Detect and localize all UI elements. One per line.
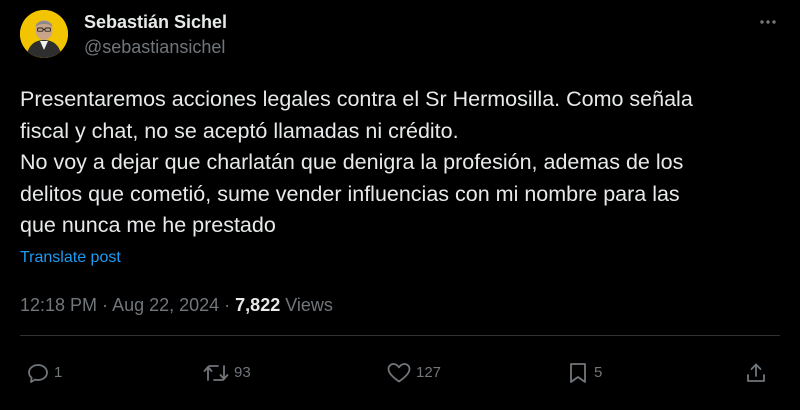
avatar[interactable]	[20, 10, 68, 58]
like-count: 127	[416, 364, 442, 381]
share-icon	[747, 363, 765, 382]
more-horizontal-icon	[760, 20, 776, 24]
divider	[20, 335, 780, 336]
tweet-time[interactable]: 12:18 PM	[20, 295, 97, 315]
bookmark-button[interactable]: 5	[566, 358, 602, 388]
reply-count: 1	[54, 364, 63, 381]
tweet-text-line: delitos que cometió, sume vender influen…	[20, 181, 680, 206]
bookmark-icon	[570, 363, 586, 383]
tweet-meta: 12:18 PM · Aug 22, 2024 · 7,822 Views	[20, 294, 333, 316]
views-count: 7,822	[235, 295, 281, 315]
heart-icon	[387, 363, 411, 383]
meta-separator: ·	[97, 295, 113, 315]
share-button[interactable]	[744, 358, 768, 388]
author-handle[interactable]: @sebastiansichel	[84, 36, 225, 58]
bookmark-count: 5	[594, 364, 603, 381]
translate-post-link[interactable]: Translate post	[20, 248, 121, 268]
tweet-text: Presentaremos acciones legales contra el…	[20, 84, 780, 242]
tweet-date[interactable]: Aug 22, 2024	[112, 295, 219, 315]
reply-icon	[28, 364, 48, 383]
more-options-button[interactable]	[754, 8, 782, 36]
repost-button[interactable]: 93	[202, 358, 251, 388]
author-display-name[interactable]: Sebastián Sichel	[84, 11, 227, 33]
tweet-text-line: Presentaremos acciones legales contra el…	[20, 87, 693, 111]
tweet-text-line: fiscal y chat, no se aceptó llamadas ni …	[20, 118, 459, 143]
repost-count: 93	[234, 364, 251, 381]
reply-button[interactable]: 1	[26, 358, 62, 388]
tweet-text-line: que nunca me he prestado	[20, 213, 276, 237]
avatar-image	[20, 10, 68, 58]
repost-icon	[203, 365, 229, 381]
like-button[interactable]: 127	[386, 358, 441, 388]
meta-separator: ·	[219, 295, 236, 315]
views-label: Views	[280, 295, 333, 315]
tweet-text-line: No voy a dejar que charlatán que denigra…	[20, 150, 684, 174]
